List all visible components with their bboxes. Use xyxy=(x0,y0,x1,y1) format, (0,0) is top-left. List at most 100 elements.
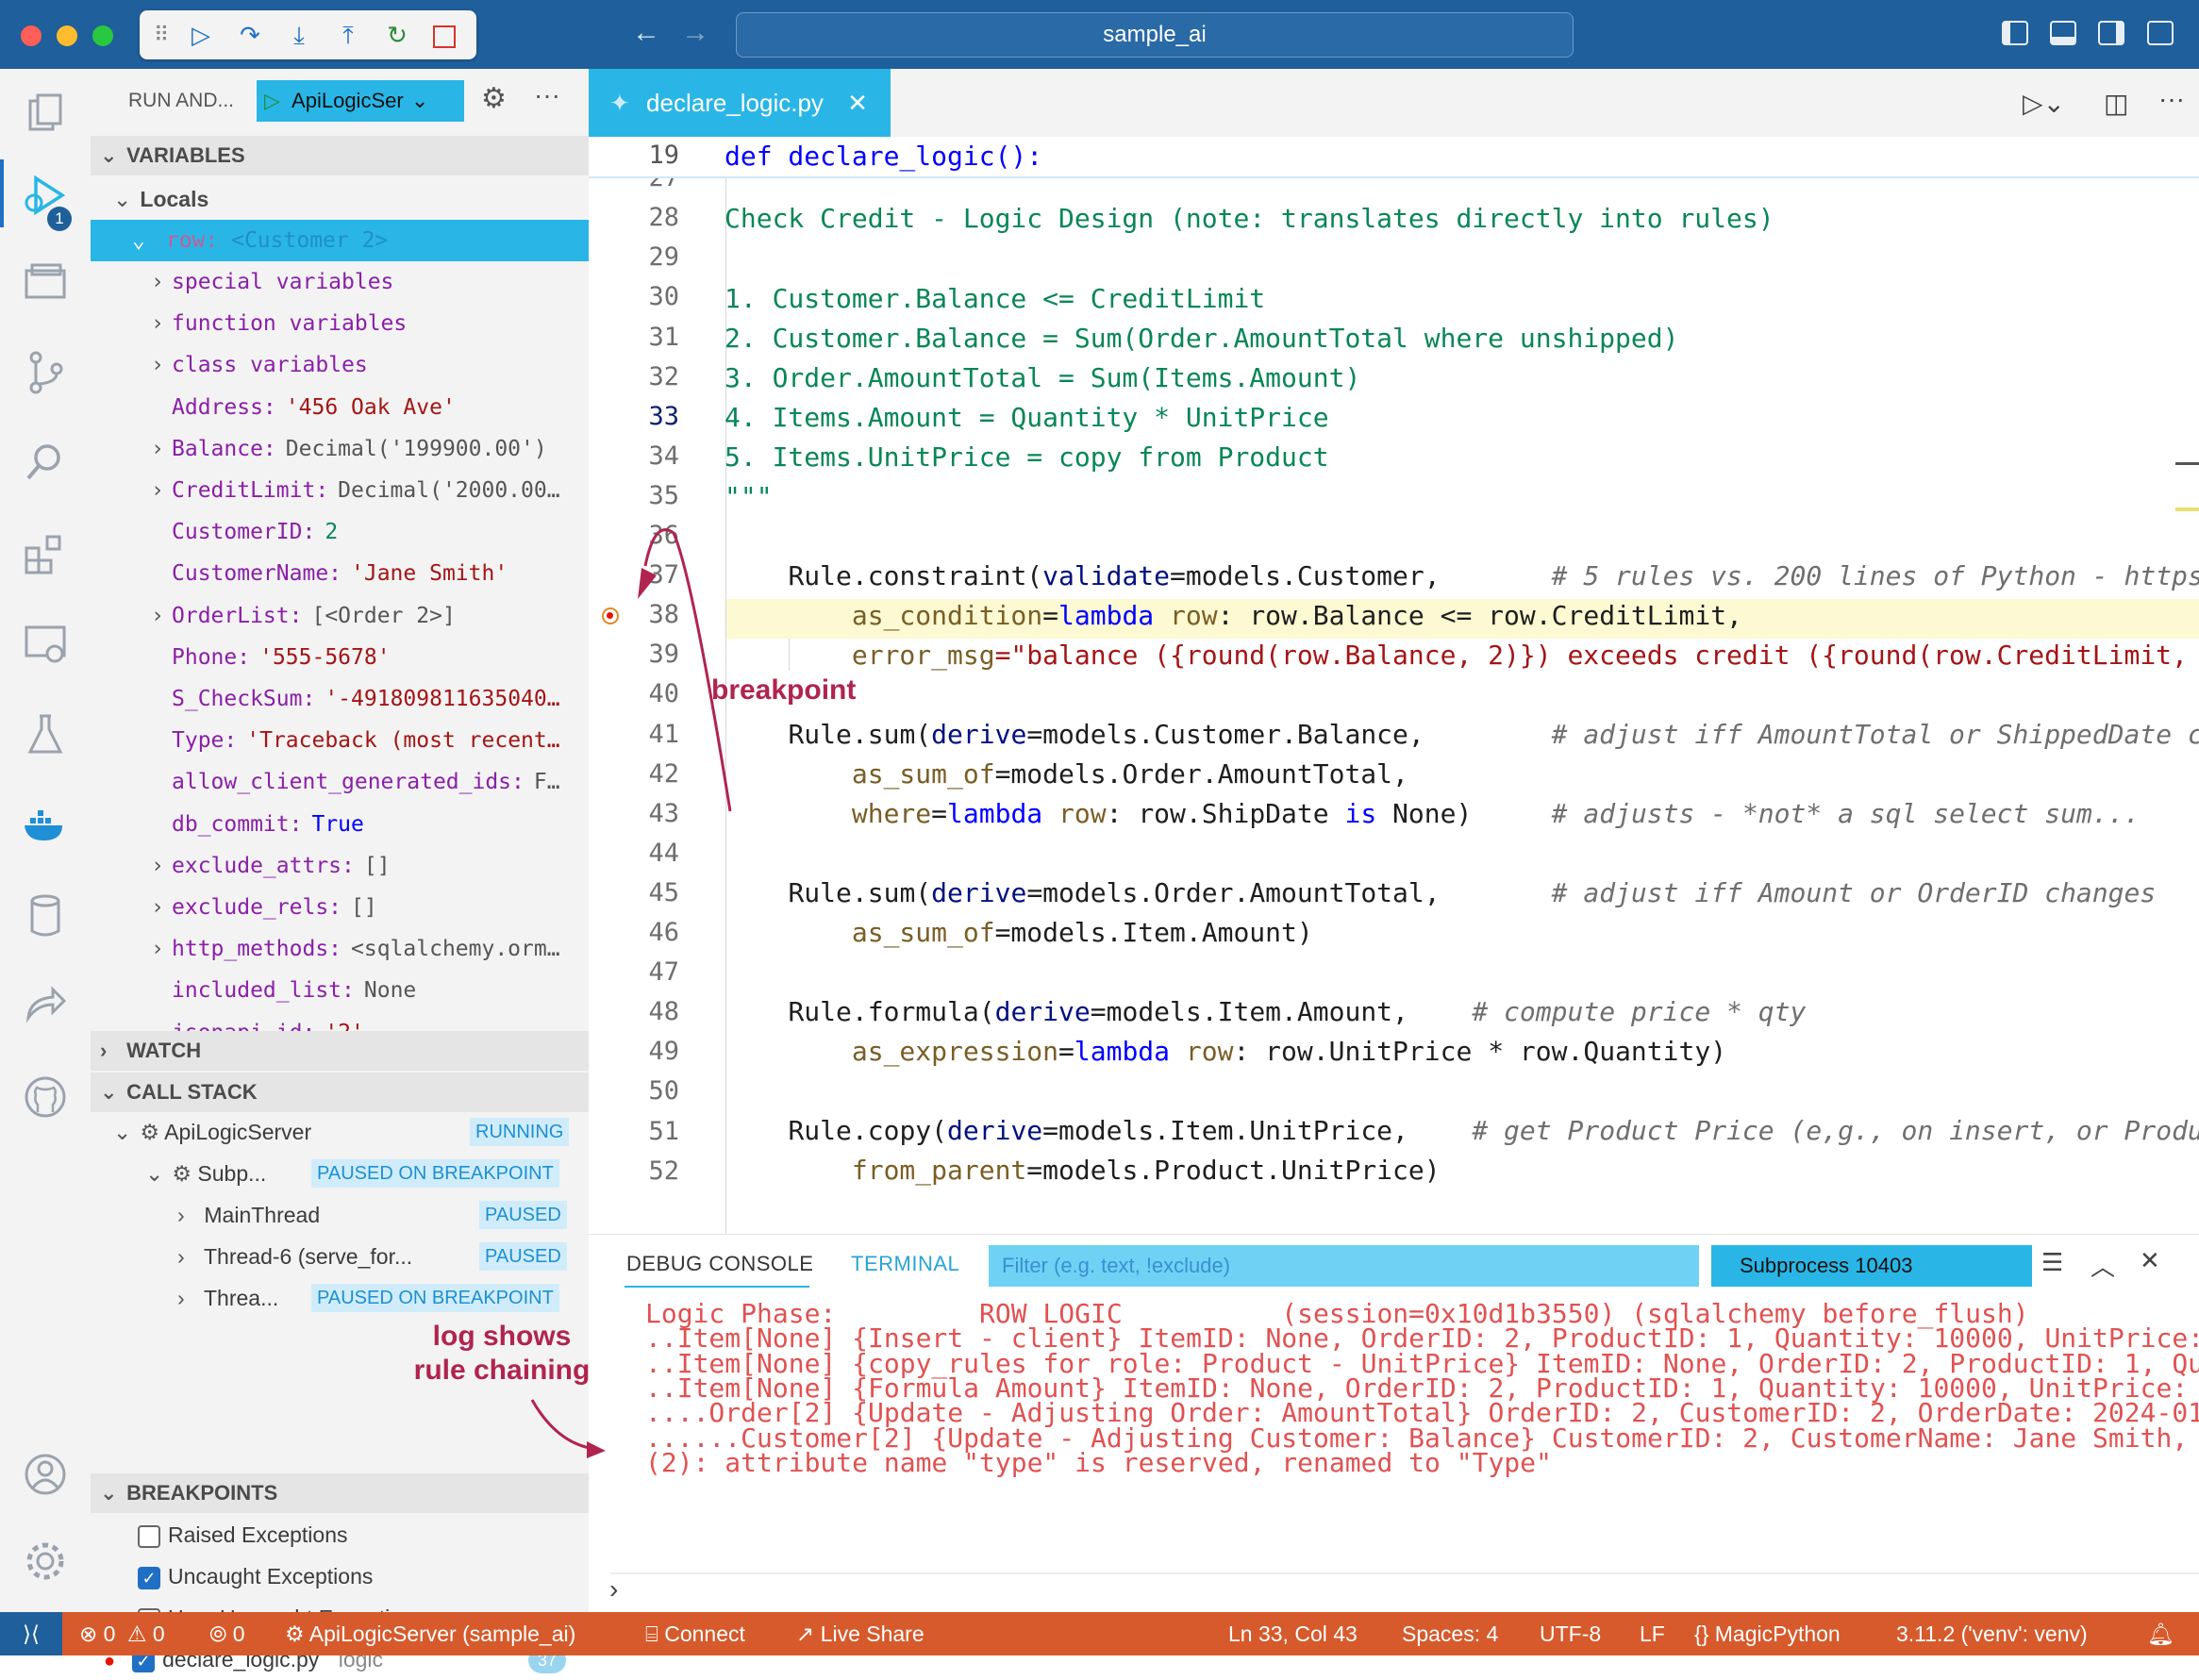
variable-row[interactable]: Phone: '555-5678' xyxy=(91,637,589,678)
remote-indicator-icon[interactable]: ⟩⟨ xyxy=(0,1612,62,1655)
console-input-prompt-icon[interactable]: › xyxy=(609,1574,618,1605)
variable-value: [] xyxy=(363,853,391,878)
code-editor[interactable]: 19 def declare_logic(): 2627282930313233… xyxy=(589,137,2199,1234)
indentation[interactable]: Spaces: 4 xyxy=(1402,1612,1498,1655)
accounts-icon[interactable] xyxy=(21,1450,70,1499)
run-python-file-icon[interactable]: ▷⌄ xyxy=(2023,88,2065,119)
open-launch-json-gear-icon[interactable]: ⚙ xyxy=(481,82,507,115)
customize-layout-icon[interactable] xyxy=(2147,21,2174,45)
variable-row[interactable]: CustomerName: 'Jane Smith' xyxy=(91,553,589,594)
search-icon[interactable] xyxy=(21,439,70,488)
restart-icon[interactable]: ↻ xyxy=(381,20,413,50)
minimize-window-button[interactable] xyxy=(57,25,77,46)
remote-explorer-icon[interactable] xyxy=(21,258,70,307)
step-into-icon[interactable]: ⤓ xyxy=(283,20,315,50)
tab-debug-console[interactable]: DEBUG CONSOLE xyxy=(626,1252,813,1276)
maximize-panel-icon[interactable]: ︿ xyxy=(2091,1248,2115,1283)
locals-scope[interactable]: ⌄ Locals xyxy=(91,178,589,220)
connect-button[interactable]: ⌸ Connect xyxy=(645,1612,745,1655)
start-debugging-icon[interactable]: ▷ xyxy=(264,89,280,112)
variable-row[interactable]: included_list: None xyxy=(91,970,589,1011)
toggle-secondary-sidebar-icon[interactable] xyxy=(2098,21,2124,45)
live-share-button[interactable]: ↗ Live Share xyxy=(796,1612,925,1655)
more-actions-icon[interactable]: ··· xyxy=(534,80,560,110)
variable-row-selected[interactable]: ⌄ row: <Customer 2> xyxy=(91,220,589,261)
variable-row[interactable]: › CreditLimit: Decimal('2000.00… xyxy=(91,470,589,511)
tab-terminal[interactable]: TERMINAL xyxy=(851,1252,959,1276)
checkbox-checked[interactable]: ✓ xyxy=(138,1566,160,1589)
close-tab-icon[interactable]: ✕ xyxy=(847,89,868,117)
variable-row[interactable]: S_CheckSum: '-491809811635040… xyxy=(91,678,589,720)
notifications-bell-icon[interactable]: 🔔︎ xyxy=(2147,1612,2174,1655)
source-control-icon[interactable] xyxy=(21,348,70,397)
variable-row[interactable]: › OrderList: [<Order 2>] xyxy=(91,595,589,637)
step-over-icon[interactable]: ↷ xyxy=(234,20,266,50)
variable-row[interactable]: › exclude_rels: [] xyxy=(91,887,589,928)
watch-section-header[interactable]: › WATCH xyxy=(91,1031,589,1071)
zoom-window-button[interactable] xyxy=(92,25,113,46)
variable-row[interactable]: allow_client_generated_ids: F… xyxy=(91,761,589,803)
docker-icon[interactable] xyxy=(21,801,70,850)
clear-console-icon[interactable]: ☰ xyxy=(2041,1248,2063,1277)
variable-name: Balance: xyxy=(172,436,276,461)
python-interpreter[interactable]: 3.11.2 ('venv': venv) xyxy=(1896,1612,2088,1655)
language-mode[interactable]: {} MagicPython xyxy=(1694,1612,1841,1655)
variable-row[interactable]: db_commit: True xyxy=(91,804,589,845)
sticky-scroll[interactable]: 19 def declare_logic(): xyxy=(589,137,2199,178)
ports-indicator[interactable]: ⦾ 0 xyxy=(209,1612,245,1655)
cursor-position[interactable]: Ln 33, Col 43 xyxy=(1228,1612,1358,1655)
chevron-right-icon: › xyxy=(177,1203,185,1227)
checkbox[interactable] xyxy=(138,1524,160,1548)
end-of-line[interactable]: LF xyxy=(1640,1612,1665,1655)
variable-row[interactable]: › Balance: Decimal('199900.00') xyxy=(91,428,589,470)
variables-section-header[interactable]: ⌄ VARIABLES xyxy=(91,136,589,175)
variable-row[interactable]: › function variables xyxy=(91,303,589,344)
line-number: 52 xyxy=(648,1156,679,1186)
variable-row[interactable]: › class variables xyxy=(91,344,589,386)
explorer-icon[interactable] xyxy=(21,90,70,139)
console-filter-input[interactable]: Filter (e.g. text, !exclude) xyxy=(989,1245,1699,1287)
warning-icon: ⚠ xyxy=(126,1622,147,1646)
manage-gear-icon[interactable] xyxy=(21,1537,70,1586)
problems-indicator[interactable]: ⊗ 0 ⚠ 0 xyxy=(79,1612,165,1655)
testing-icon[interactable] xyxy=(21,710,70,759)
split-editor-icon[interactable]: ◫ xyxy=(2104,88,2128,119)
variable-row[interactable]: Type: 'Traceback (most recent… xyxy=(91,720,589,761)
call-stack-section-header[interactable]: ⌄ CALL STACK xyxy=(91,1073,589,1112)
breakpoint-option[interactable]: ✓ Uncaught Exceptions xyxy=(91,1555,589,1597)
stop-icon[interactable] xyxy=(428,20,460,50)
launch-config-select[interactable]: ▷ ApiLogicSer ⌄ xyxy=(257,80,464,122)
remote-window-icon[interactable] xyxy=(21,620,70,669)
back-arrow-icon[interactable]: ← xyxy=(632,17,660,49)
breakpoints-section-header[interactable]: ⌄ BREAKPOINTS xyxy=(91,1473,589,1513)
database-icon[interactable] xyxy=(21,891,70,940)
variable-value: 2 xyxy=(325,520,339,545)
variable-name: S_CheckSum: xyxy=(172,687,316,711)
close-window-button[interactable] xyxy=(21,25,42,46)
debug-target[interactable]: ⚙ ApiLogicServer (sample_ai) xyxy=(285,1612,575,1655)
variable-name: CreditLimit: xyxy=(172,478,329,503)
close-panel-icon[interactable]: ✕ xyxy=(2140,1246,2160,1275)
more-actions-icon[interactable]: ··· xyxy=(2158,84,2185,114)
forward-arrow-icon[interactable]: → xyxy=(681,17,709,49)
drag-handle-icon[interactable]: ⠿ xyxy=(145,20,177,50)
step-out-icon[interactable]: ⤒ xyxy=(332,20,364,50)
variable-row[interactable]: Address: '456 Oak Ave' xyxy=(91,387,589,428)
continue-icon[interactable]: ▷ xyxy=(185,20,217,50)
tab-declare-logic[interactable]: ✦ declare_logic.py ✕ xyxy=(589,69,891,137)
code-line-44: Rule.sum(derive=models.Order.AmountTotal… xyxy=(788,877,2157,908)
variable-row[interactable]: › special variables xyxy=(91,261,589,303)
variable-name: http_methods: xyxy=(172,937,342,962)
variable-row[interactable]: › http_methods: <sqlalchemy.orm… xyxy=(91,928,589,970)
command-center-search[interactable]: sample_ai xyxy=(736,12,1574,58)
toggle-panel-icon[interactable] xyxy=(2050,21,2076,45)
extensions-icon[interactable] xyxy=(21,529,70,578)
github-icon[interactable] xyxy=(21,1073,70,1122)
toggle-primary-sidebar-icon[interactable] xyxy=(2002,21,2028,45)
live-share-icon[interactable] xyxy=(21,982,70,1031)
debug-session-select[interactable]: Subprocess 10403 xyxy=(1711,1245,2032,1287)
breakpoint-option[interactable]: Raised Exceptions xyxy=(91,1514,589,1555)
variable-row[interactable]: › exclude_attrs: [] xyxy=(91,845,589,887)
encoding[interactable]: UTF-8 xyxy=(1540,1612,1601,1655)
variable-row[interactable]: CustomerID: 2 xyxy=(91,511,589,553)
